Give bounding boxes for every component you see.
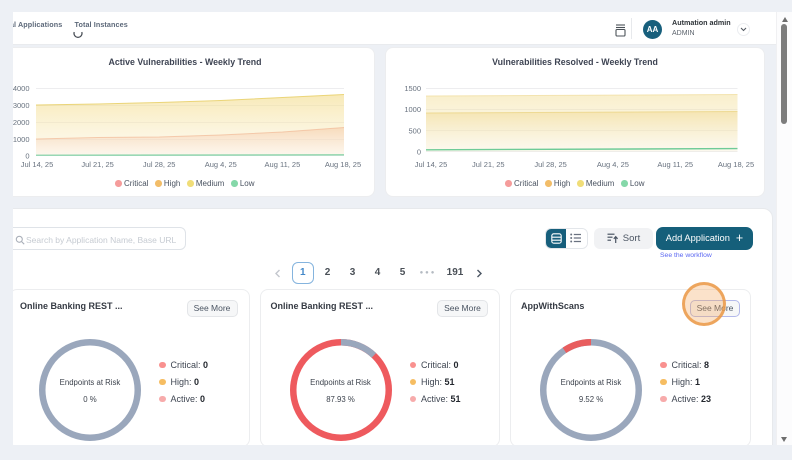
svg-text:Aug 4, 25: Aug 4, 25 [597,160,629,169]
svg-text:1000: 1000 [404,105,421,114]
svg-text:3000: 3000 [13,101,30,110]
svg-text:500: 500 [408,127,421,136]
svg-text:1000: 1000 [13,135,30,144]
svg-text:2000: 2000 [13,118,30,127]
svg-text:0: 0 [417,148,421,157]
svg-text:Jul 14, 25: Jul 14, 25 [21,160,54,169]
svg-text:Aug 11, 25: Aug 11, 25 [657,160,693,169]
svg-text:Aug 4, 25: Aug 4, 25 [205,160,237,169]
svg-text:Aug 18, 25: Aug 18, 25 [718,160,754,169]
svg-text:1500: 1500 [404,84,421,93]
svg-text:Aug 18, 25: Aug 18, 25 [325,160,361,169]
svg-text:Aug 11, 25: Aug 11, 25 [265,160,301,169]
svg-text:Jul 21, 25: Jul 21, 25 [472,160,505,169]
svg-text:Jul 28, 25: Jul 28, 25 [143,160,176,169]
svg-text:Jul 14, 25: Jul 14, 25 [415,160,448,169]
svg-text:Jul 21, 25: Jul 21, 25 [81,160,114,169]
svg-text:4000: 4000 [13,84,30,93]
svg-text:Jul 28, 25: Jul 28, 25 [534,160,567,169]
